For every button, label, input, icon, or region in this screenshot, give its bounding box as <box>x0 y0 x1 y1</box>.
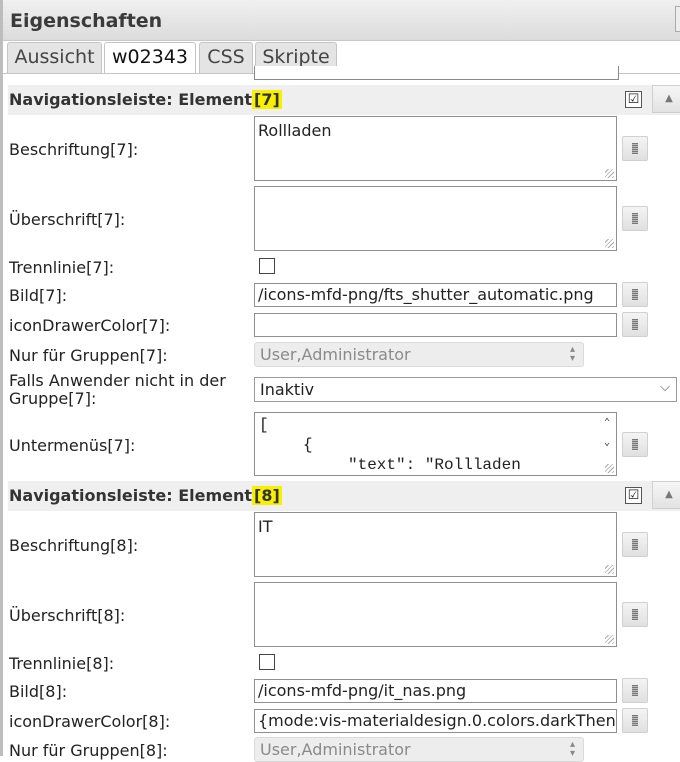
section-title: Navigationsleiste: Element [7] <box>9 90 282 109</box>
tab-w02343[interactable]: w02343 <box>104 42 196 74</box>
panel-title: Eigenschaften <box>10 10 163 32</box>
icon-drawer-color-input[interactable]: {mode:vis-materialdesign.0.colors.darkTh… <box>254 709 617 733</box>
chevron-down-icon: ⌵ <box>660 380 670 395</box>
panel-titlebar: Eigenschaften <box>3 0 680 41</box>
resize-grip-icon[interactable] <box>605 239 614 248</box>
falls-anwender-select[interactable]: Inaktiv ⌵ <box>254 377 677 402</box>
edit-dialog-icon <box>632 685 638 696</box>
resize-grip-icon[interactable] <box>605 464 614 473</box>
beschriftung-label: Beschriftung[8]: <box>9 536 139 555</box>
edit-dialog-icon <box>632 143 638 154</box>
ueberschrift-label: Überschrift[8]: <box>9 606 126 625</box>
beschriftung-label: Beschriftung[7]: <box>9 140 139 159</box>
ueberschrift-label: Überschrift[7]: <box>9 210 126 229</box>
chevron-up-icon[interactable]: ▲ <box>652 481 680 509</box>
bild-label: Bild[7]: <box>9 286 68 305</box>
ueberschrift-textarea[interactable] <box>254 582 617 647</box>
select-updown-icon: ▴ ▾ <box>569 739 575 759</box>
gruppen-select[interactable]: User,Administrator ▴ ▾ <box>254 737 584 762</box>
resize-grip-icon[interactable] <box>605 565 614 574</box>
edit-dialog-button[interactable] <box>622 532 648 557</box>
edit-dialog-icon <box>632 715 638 726</box>
trennlinie-label: Trennlinie[8]: <box>9 654 115 673</box>
edit-dialog-icon <box>632 539 638 550</box>
edit-dialog-button[interactable] <box>622 282 648 307</box>
select-updown-icon: ▴ ▾ <box>569 344 575 364</box>
trennlinie-label: Trennlinie[7]: <box>9 258 115 277</box>
untermenues-textarea[interactable]: [ { "text": "Rollladen ⌃ ⌄ <box>254 412 617 476</box>
edit-dialog-button[interactable] <box>622 602 648 627</box>
edit-dialog-button[interactable] <box>622 206 648 231</box>
panel-left-border <box>0 0 3 756</box>
edit-dialog-button[interactable] <box>622 136 648 161</box>
section-enabled-checkbox[interactable]: ☑ <box>625 487 642 504</box>
section-index-highlight: [8] <box>252 486 282 505</box>
bild-input[interactable]: /icons-mfd-png/it_nas.png <box>254 679 617 703</box>
textarea-scroll-arrows[interactable]: ⌃ ⌄ <box>600 414 614 454</box>
resize-grip-icon[interactable] <box>605 169 614 178</box>
gruppen-label: Nur für Gruppen[7]: <box>9 346 168 365</box>
edit-dialog-icon <box>632 319 638 330</box>
tab-css[interactable]: CSS <box>199 42 253 73</box>
icon-drawer-color-label: iconDrawerColor[8]: <box>9 712 171 731</box>
trennlinie-checkbox[interactable] <box>259 654 275 670</box>
icon-drawer-color-label: iconDrawerColor[7]: <box>9 316 171 335</box>
beschriftung-textarea[interactable]: Rollladen <box>254 116 617 181</box>
edit-dialog-icon <box>632 609 638 620</box>
edit-dialog-button[interactable] <box>622 432 648 457</box>
section-title: Navigationsleiste: Element [8] <box>9 486 282 505</box>
edit-dialog-icon <box>632 439 638 450</box>
chevron-up-icon[interactable]: ▲ <box>652 85 680 113</box>
beschriftung-textarea[interactable]: IT <box>254 512 617 577</box>
gruppen-select[interactable]: User,Administrator ▴ ▾ <box>254 342 584 367</box>
previous-field-textarea[interactable] <box>254 66 619 80</box>
edit-dialog-button[interactable] <box>622 678 648 703</box>
untermenues-label: Untermenüs[7]: <box>9 436 136 455</box>
edit-dialog-button[interactable] <box>622 708 648 733</box>
resize-grip-icon[interactable] <box>605 635 614 644</box>
icon-drawer-color-input[interactable] <box>254 313 617 337</box>
section-index-highlight: [7] <box>252 90 282 109</box>
section-header-element-7: Navigationsleiste: Element [7] ☑ ▲ <box>8 85 680 115</box>
gruppen-label: Nur für Gruppen[8]: <box>9 741 168 760</box>
bild-label: Bild[8]: <box>9 682 68 701</box>
bild-input[interactable]: /icons-mfd-png/fts_shutter_automatic.png <box>254 283 617 307</box>
falls-anwender-label: Falls Anwender nicht in der Gruppe[7]: <box>9 371 226 408</box>
edit-dialog-icon <box>632 213 638 224</box>
tab-aussicht[interactable]: Aussicht <box>7 42 102 73</box>
section-enabled-checkbox[interactable]: ☑ <box>625 91 642 108</box>
panel-corner-handle[interactable] <box>675 6 680 32</box>
section-header-element-8: Navigationsleiste: Element [8] ☑ ▲ <box>8 481 680 511</box>
edit-dialog-icon <box>632 289 638 300</box>
trennlinie-checkbox[interactable] <box>259 258 275 274</box>
edit-dialog-button[interactable] <box>622 312 648 337</box>
ueberschrift-textarea[interactable] <box>254 186 617 251</box>
